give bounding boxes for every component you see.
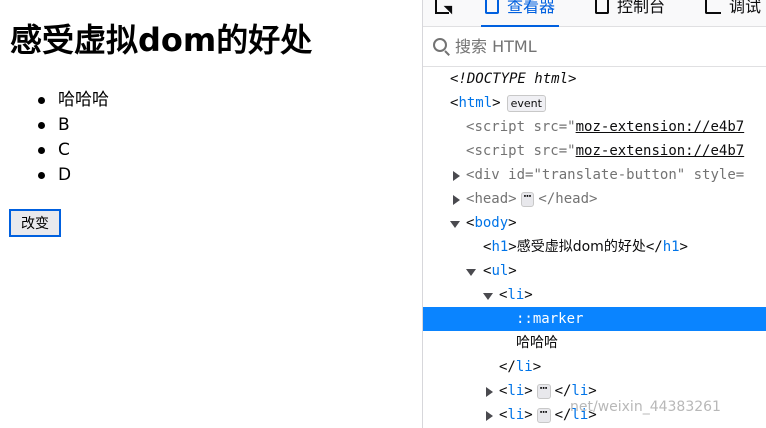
watermark: net/weixin_44383261 bbox=[570, 399, 721, 415]
collapsed-ellipsis-button[interactable]: ⋯ bbox=[536, 382, 551, 399]
tab-console[interactable]: 控制台 bbox=[595, 0, 665, 26]
html-tag-name: html bbox=[458, 95, 493, 111]
debugger-icon bbox=[705, 0, 721, 14]
tree-row-h1[interactable]: <h1>感受虚拟dom的好处</h1> bbox=[423, 235, 766, 259]
tab-inspector-label: 查看器 bbox=[507, 0, 556, 16]
html-search-input[interactable] bbox=[455, 35, 755, 57]
event-badge[interactable]: event bbox=[506, 94, 546, 112]
devtools-panel: 查看器 控制台 调试 <!DOCTYPE html> <html>event <… bbox=[422, 0, 766, 428]
list-item-text: B bbox=[58, 115, 70, 135]
tree-row-doctype[interactable]: <!DOCTYPE html> bbox=[423, 67, 766, 91]
attr-name: src bbox=[533, 143, 559, 159]
marker-pseudo-element: ::marker bbox=[516, 311, 584, 327]
li-tag-name: li bbox=[507, 287, 525, 303]
bullet-icon bbox=[38, 172, 45, 179]
list-item-text: C bbox=[58, 140, 70, 160]
li-text-node: 哈哈哈 bbox=[516, 335, 558, 351]
devtools-toolbar: 查看器 控制台 调试 bbox=[423, 0, 766, 27]
tree-row-li-close[interactable]: </li> bbox=[423, 355, 766, 379]
attr-name: src bbox=[533, 119, 559, 135]
markup-tree: <!DOCTYPE html> <html> event <script src=… bbox=[423, 67, 766, 428]
change-button[interactable]: 改变 bbox=[9, 209, 61, 237]
page-viewport: 感受虚拟dom的好处 哈哈哈 B C D 改变 bbox=[0, 0, 422, 428]
ul-tag-name: ul bbox=[491, 263, 509, 279]
tree-row-head[interactable]: <head> ⋯ </head> bbox=[423, 187, 766, 211]
expand-twisty-icon[interactable] bbox=[453, 195, 460, 205]
li-tag-name: li bbox=[507, 407, 525, 423]
search-icon bbox=[433, 38, 447, 52]
h1-close-tag: h1 bbox=[662, 239, 680, 255]
body-tag-name: body bbox=[474, 215, 509, 231]
bullet-icon bbox=[38, 97, 45, 104]
tree-row-div[interactable]: <div id="translate-button" style= bbox=[423, 163, 766, 187]
attr-value: translate-button bbox=[541, 167, 677, 183]
script-src-link[interactable]: moz-extension://e4b7 bbox=[576, 143, 745, 159]
inspector-icon bbox=[485, 0, 499, 14]
expand-twisty-icon[interactable] bbox=[453, 171, 460, 181]
tree-row-html[interactable]: <html> event bbox=[423, 91, 766, 115]
tab-inspector[interactable]: 查看器 bbox=[480, 0, 560, 27]
script-src-link[interactable]: moz-extension://e4b7 bbox=[576, 119, 745, 135]
tree-row-text[interactable]: 哈哈哈 bbox=[423, 331, 766, 355]
list-item: 哈哈哈 bbox=[0, 88, 109, 113]
item-list: 哈哈哈 B C D bbox=[0, 88, 109, 188]
tree-row-body[interactable]: <body> bbox=[423, 211, 766, 235]
bullet-icon bbox=[38, 122, 45, 129]
expand-twisty-icon[interactable] bbox=[486, 387, 493, 397]
script-tag-name: script bbox=[474, 119, 526, 135]
list-item: D bbox=[0, 163, 109, 188]
div-tag-name: div bbox=[474, 167, 500, 183]
head-close-tag: head bbox=[555, 191, 589, 207]
li-tag-name: li bbox=[507, 383, 525, 399]
h1-tag-name: h1 bbox=[491, 239, 509, 255]
expand-twisty-icon[interactable] bbox=[486, 411, 493, 421]
tree-row-li[interactable]: <li> bbox=[423, 283, 766, 307]
collapse-twisty-icon[interactable] bbox=[466, 269, 476, 276]
doctype-node: <!DOCTYPE html> bbox=[450, 71, 577, 87]
list-item: C bbox=[0, 138, 109, 163]
tab-debugger[interactable]: 调试 bbox=[705, 0, 761, 26]
script-tag-name: script bbox=[474, 143, 526, 159]
list-item: B bbox=[0, 113, 109, 138]
tab-console-label: 控制台 bbox=[617, 0, 666, 16]
head-tag-name: head bbox=[474, 191, 509, 207]
tree-row-ul[interactable]: <ul> bbox=[423, 259, 766, 283]
list-item-text: D bbox=[58, 165, 72, 185]
html-search-bar bbox=[423, 27, 766, 67]
tree-row-marker-selected[interactable]: ::marker bbox=[423, 307, 766, 331]
h1-text-node: 感受虚拟dom的好处 bbox=[516, 239, 646, 255]
collapsed-ellipsis-button[interactable]: ⋯ bbox=[536, 406, 551, 423]
collapsed-ellipsis-button[interactable]: ⋯ bbox=[520, 190, 535, 207]
bullet-icon bbox=[38, 147, 45, 154]
attr-name: id bbox=[508, 167, 526, 183]
attr-name: style= bbox=[693, 167, 745, 183]
page-heading: 感受虚拟dom的好处 bbox=[10, 21, 313, 59]
li-close-tag: li bbox=[571, 383, 589, 399]
tree-row-script[interactable]: <script src="moz-extension://e4b7 bbox=[423, 139, 766, 163]
collapse-twisty-icon[interactable] bbox=[450, 221, 460, 228]
tree-row-script[interactable]: <script src="moz-extension://e4b7 bbox=[423, 115, 766, 139]
tab-debugger-label: 调试 bbox=[729, 0, 762, 16]
element-picker-button[interactable] bbox=[435, 0, 461, 26]
console-icon bbox=[595, 0, 609, 14]
collapse-twisty-icon[interactable] bbox=[483, 293, 493, 300]
list-item-text: 哈哈哈 bbox=[58, 90, 109, 110]
li-close-tag: li bbox=[515, 359, 533, 375]
